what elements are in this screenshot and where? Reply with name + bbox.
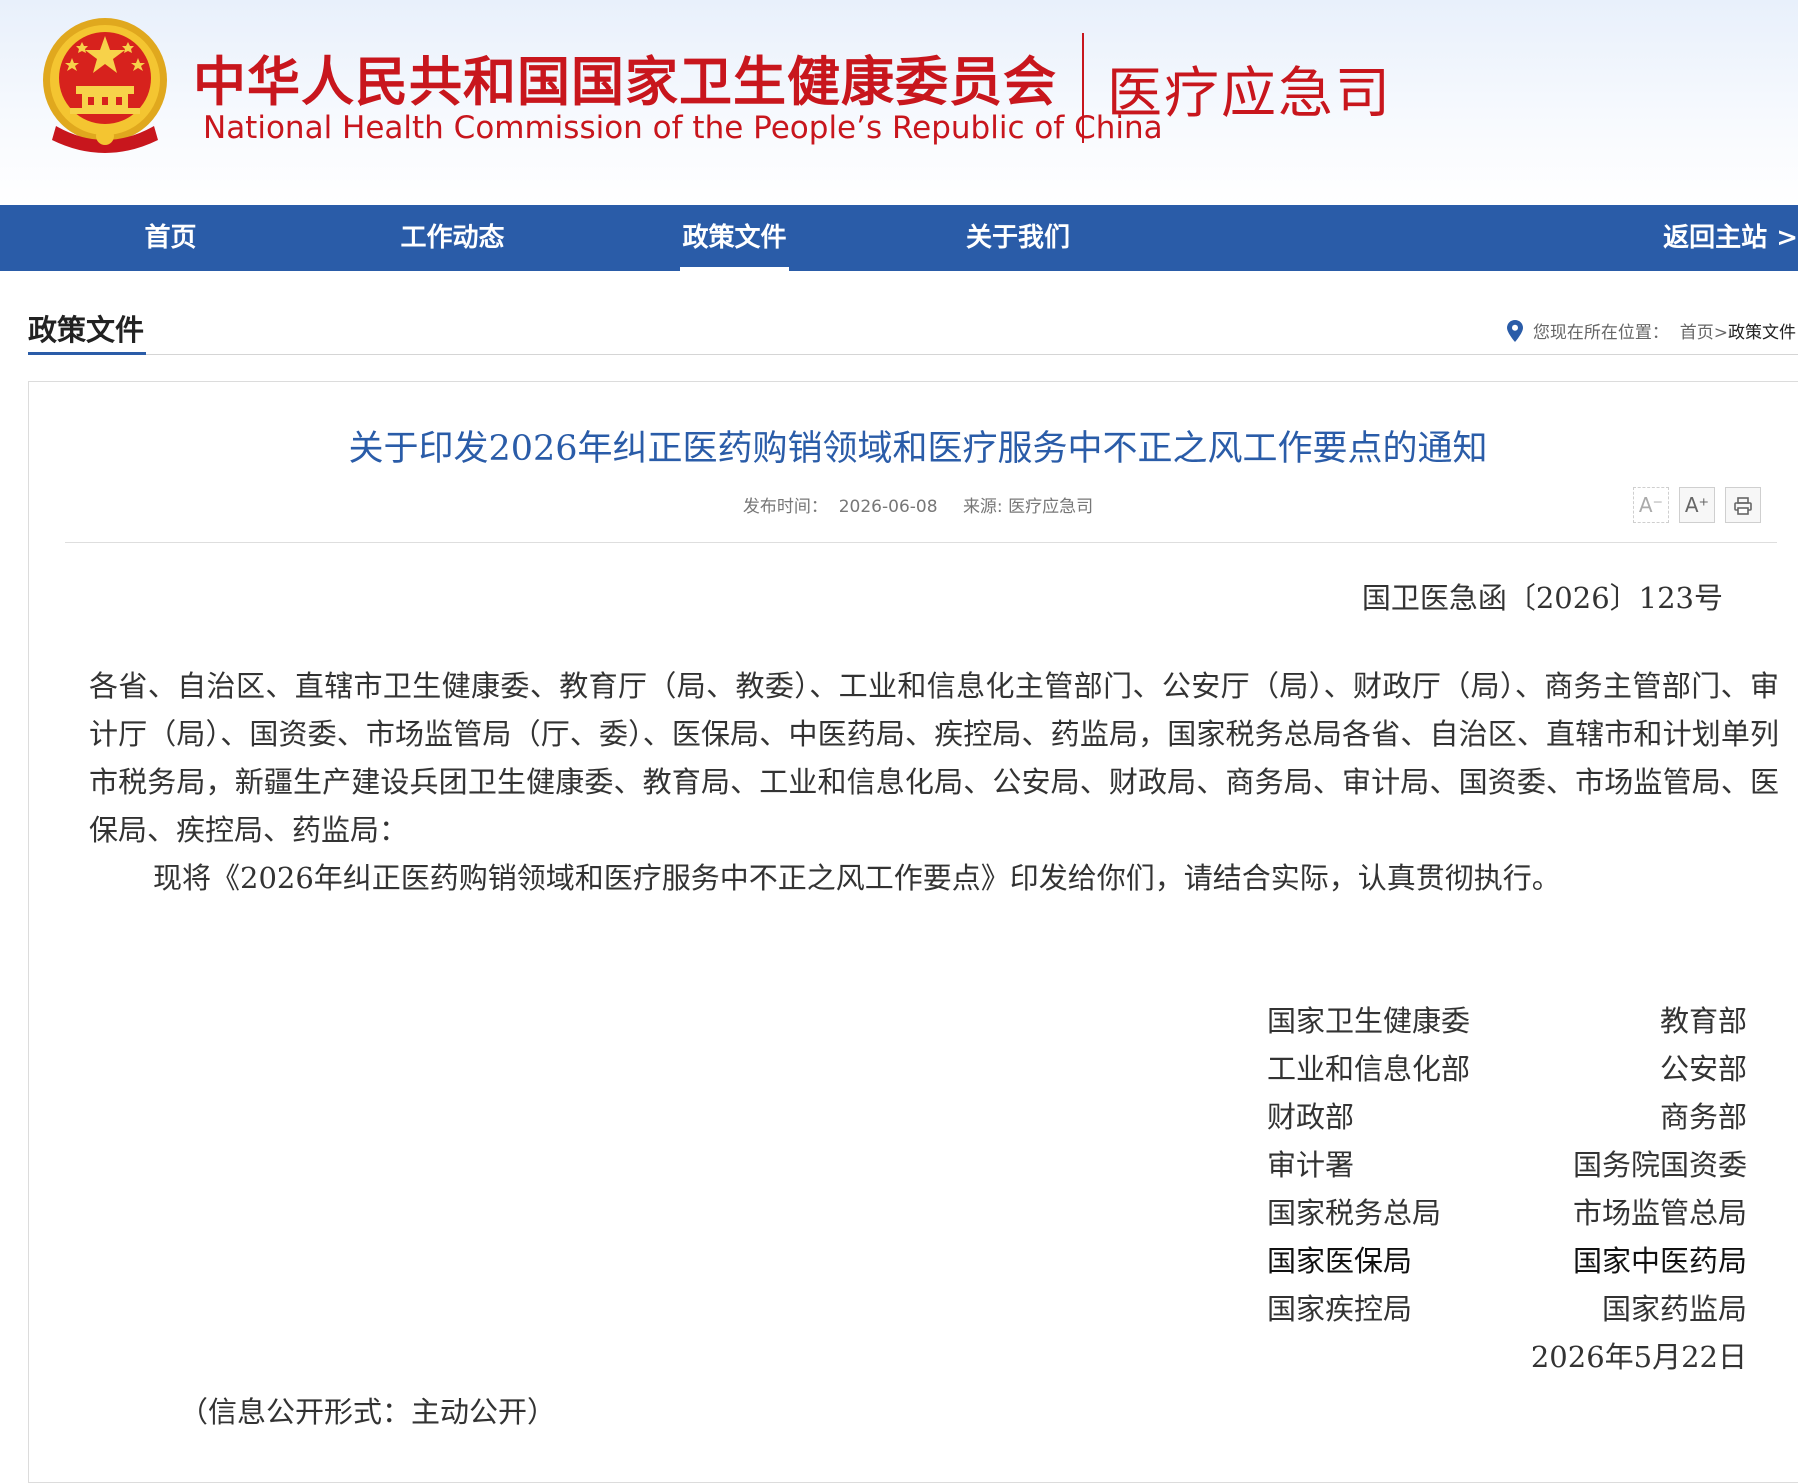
article-source: 来源: 医疗应急司 [963, 497, 1093, 517]
sign-date: 2026年5月22日 [1530, 1340, 1747, 1374]
source-label: 来源: [962, 497, 1003, 517]
signatory: 公安部 [1659, 1052, 1747, 1086]
signatories-block: 国家卫生健康委 教育部 工业和信息化部 公安部 财政部 商务部 审计署 国务院国资委 国… [1267, 997, 1747, 1381]
publish-time-label: 发布时间： [742, 497, 828, 517]
main-nav: 首页 工作动态 政策文件 关于我们 返回主站 > [0, 205, 1798, 271]
nav-item-about-us[interactable]: 关于我们 [962, 205, 1074, 271]
breadcrumb: 您现在所在位置： 首页>政策文件 [1506, 318, 1796, 343]
breadcrumb-home-link[interactable]: 首页 [1680, 323, 1714, 343]
org-name-en: National Health Commission of the People… [203, 110, 1163, 146]
signatory: 市场监管总局 [1572, 1196, 1747, 1230]
section-rule [28, 354, 1798, 355]
signatory: 国务院国资委 [1572, 1148, 1747, 1182]
signatory: 国家医保局 [1267, 1244, 1413, 1278]
signatory: 国家疾控局 [1267, 1292, 1413, 1326]
header-divider [1082, 33, 1084, 143]
nav-item-policy-documents[interactable]: 政策文件 [680, 205, 789, 271]
article-title: 关于印发2026年纠正医药购销领域和医疗服务中不正之风工作要点的通知 [348, 429, 1488, 469]
location-pin-icon [1506, 320, 1523, 342]
article-body: 各省、自治区、直辖市卫生健康委、教育厅（局、教委）、工业和信息化主管部门、公安厅… [89, 662, 1779, 902]
breadcrumb-prefix: 您现在所在位置： [1532, 323, 1669, 343]
section-title: 政策文件 [28, 313, 145, 347]
font-larger-button[interactable]: A⁺ [1679, 487, 1715, 523]
signatory: 审计署 [1267, 1148, 1355, 1182]
printer-icon [1734, 497, 1752, 515]
print-button[interactable] [1725, 487, 1761, 523]
font-smaller-button[interactable]: A⁻ [1633, 487, 1669, 523]
disclosure-note: （信息公开形式：主动公开） [179, 1395, 557, 1429]
breadcrumb-current: 政策文件 [1728, 323, 1796, 343]
breadcrumb-separator: > [1713, 323, 1728, 343]
publish-date: 2026-06-08 [838, 497, 938, 517]
source-value: 医疗应急司 [1008, 497, 1094, 517]
section-title-underline [28, 352, 146, 355]
national-emblem-icon [43, 18, 167, 153]
signatory: 国家卫生健康委 [1267, 1004, 1471, 1038]
nav-item-home[interactable]: 首页 [118, 205, 223, 271]
addressees-paragraph: 各省、自治区、直辖市卫生健康委、教育厅（局、教委）、工业和信息化主管部门、公安厅… [89, 669, 1779, 847]
site-header: 中华人民共和国国家卫生健康委员会 National Health Commiss… [0, 0, 1798, 205]
nav-item-work-news[interactable]: 工作动态 [395, 205, 510, 271]
article-divider [65, 542, 1777, 543]
signatory: 国家药监局 [1601, 1292, 1747, 1326]
signatory: 国家中医药局 [1572, 1244, 1747, 1278]
signatory: 工业和信息化部 [1267, 1052, 1471, 1086]
signatory: 国家税务总局 [1267, 1196, 1442, 1230]
nav-back-to-main-site[interactable]: 返回主站 > [1662, 205, 1798, 271]
article-meta: 发布时间： 2026-06-08 来源: 医疗应急司 [29, 492, 1798, 517]
body-paragraph: 现将《2026年纠正医药购销领域和医疗服务中不正之风工作要点》印发给你们，请结合… [153, 861, 1561, 895]
article-container: 关于印发2026年纠正医药购销领域和医疗服务中不正之风工作要点的通知 发布时间：… [28, 381, 1798, 1483]
dept-name: 医疗应急司 [1107, 61, 1393, 125]
signatory: 教育部 [1659, 1004, 1747, 1038]
signatory: 财政部 [1267, 1100, 1355, 1134]
document-number: 国卫医急函〔2026〕123号 [1361, 581, 1723, 615]
signatory: 商务部 [1659, 1100, 1747, 1134]
publish-time: 发布时间： 2026-06-08 [743, 497, 938, 517]
org-name-cn: 中华人民共和国国家卫生健康委员会 [193, 52, 1057, 113]
